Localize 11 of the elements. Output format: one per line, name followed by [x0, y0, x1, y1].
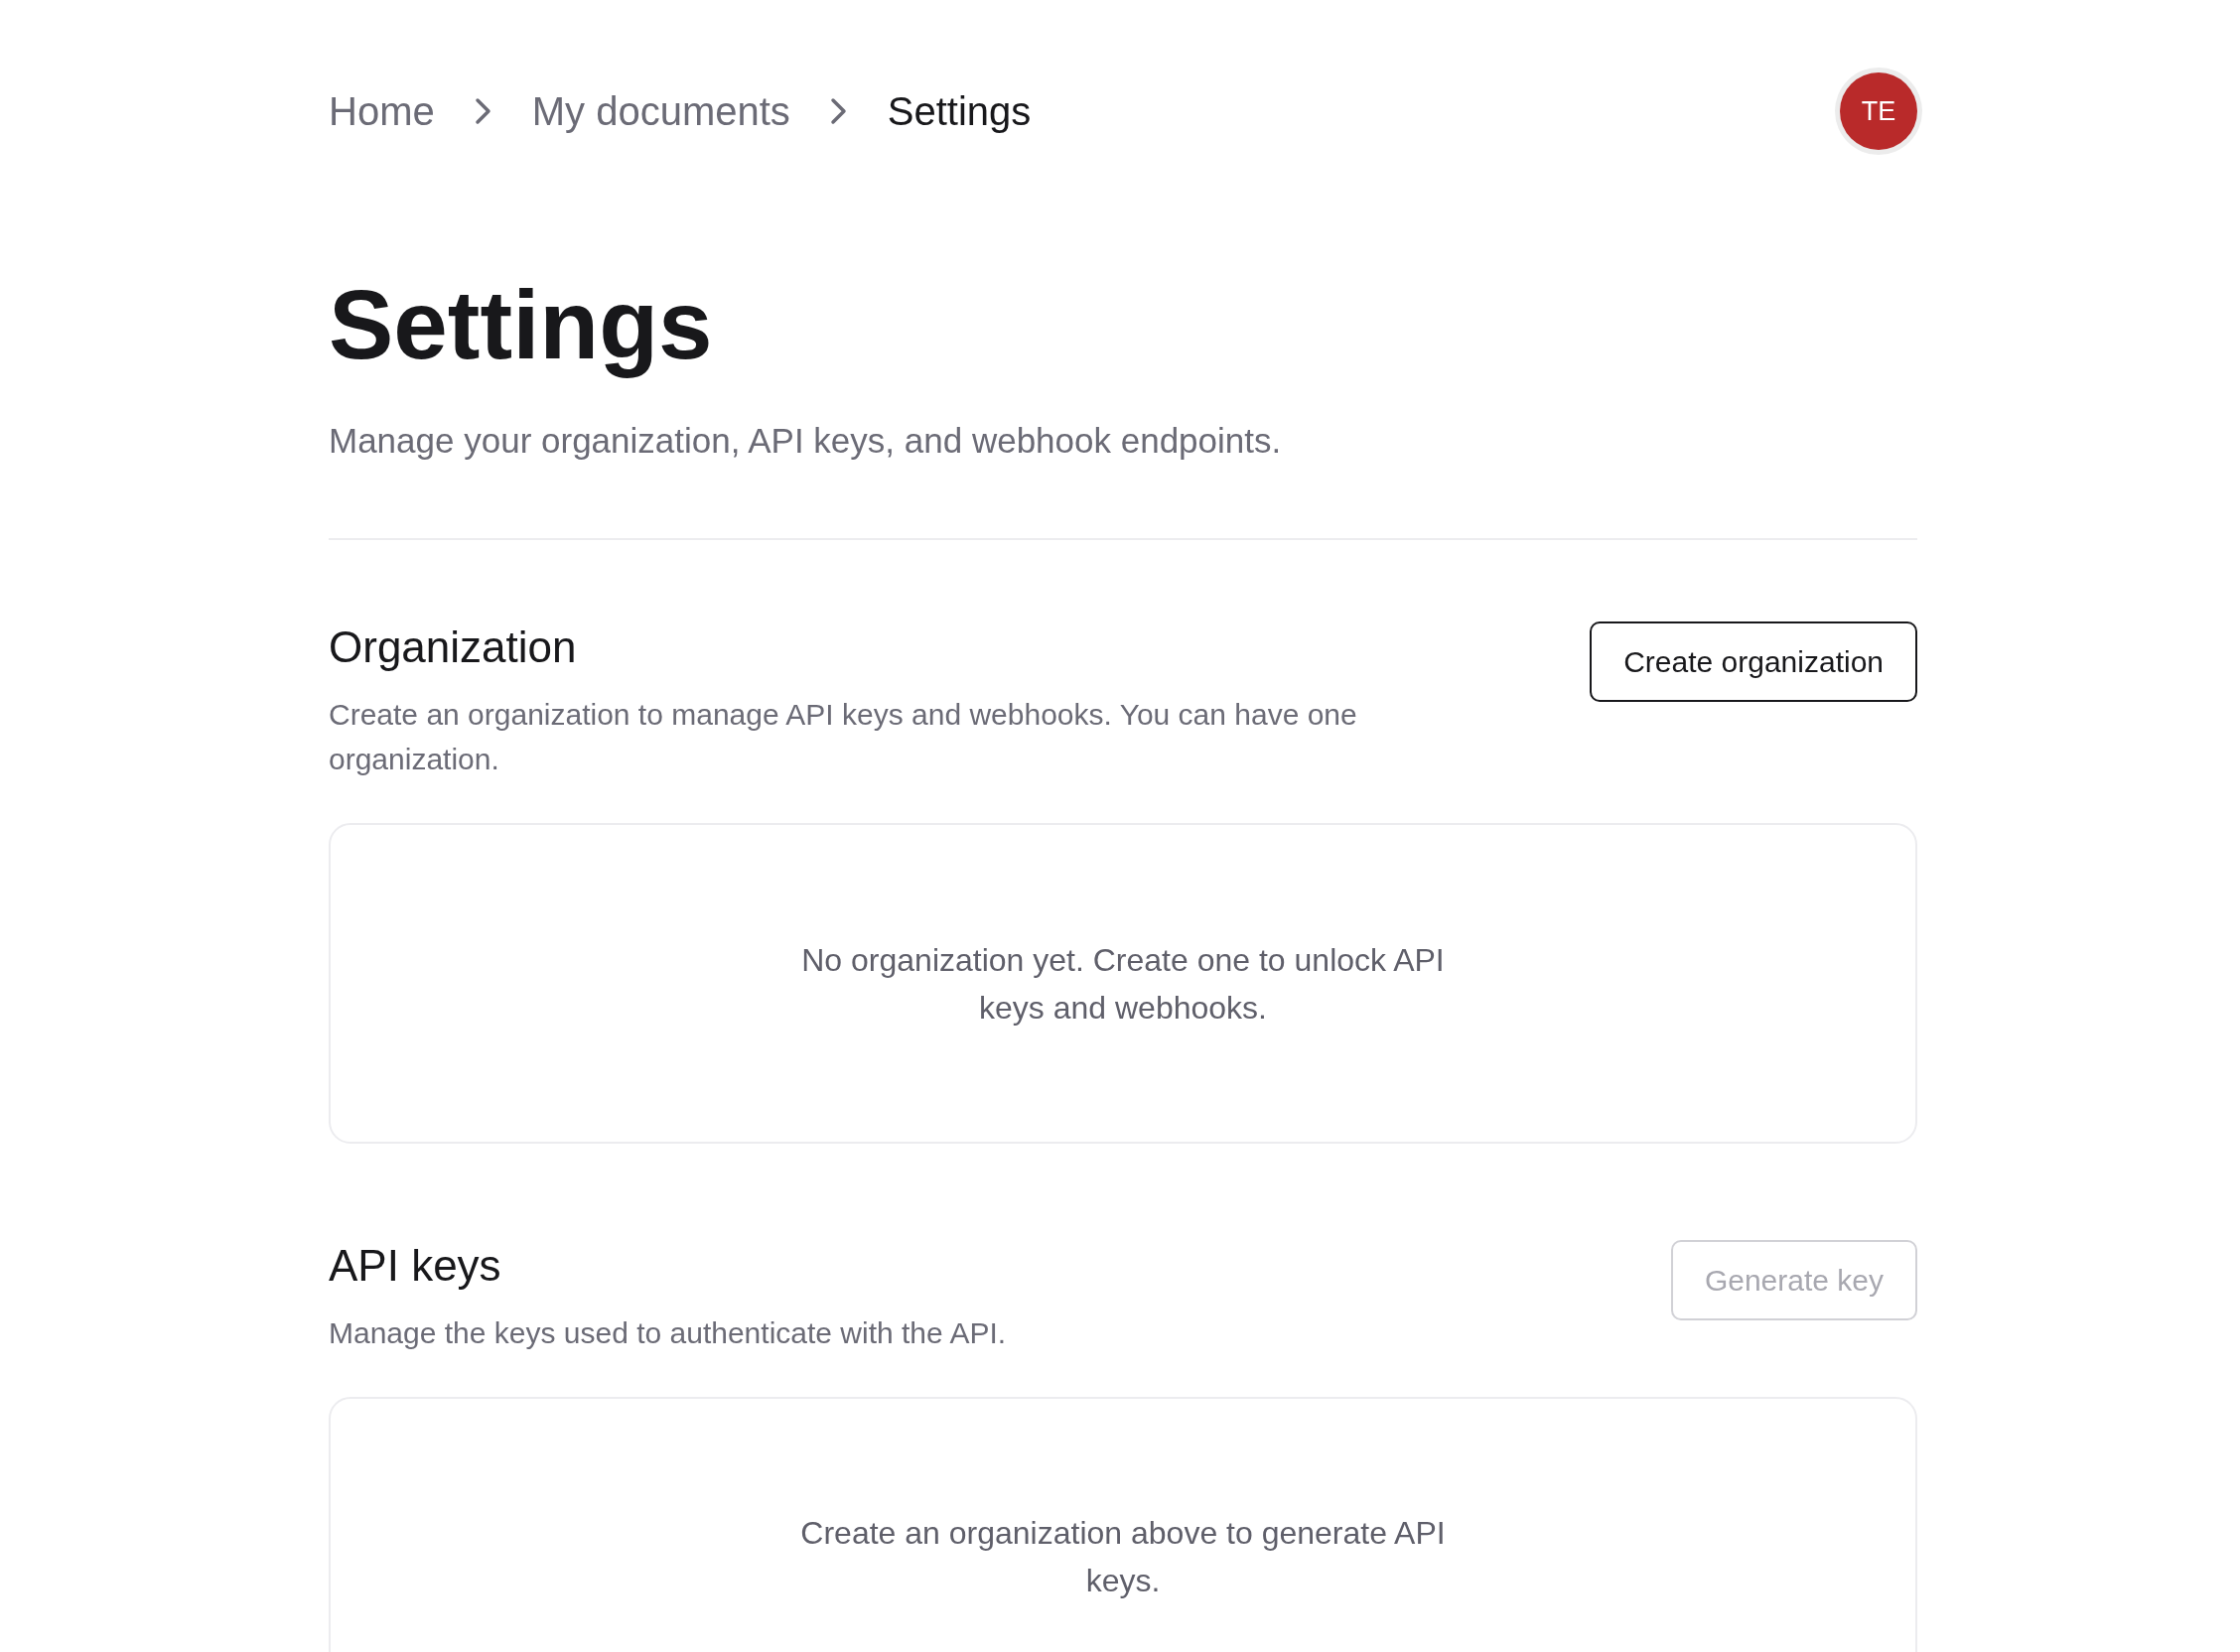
section-button[interactable]: Create organization [1590, 621, 1917, 703]
section-heading: API keys [329, 1240, 502, 1293]
empty-state-message: Create an organization above to generate API keys. [799, 1514, 1447, 1601]
section-description: Manage the keys used to authenticate with the API. [329, 1314, 1007, 1351]
section-description: Create an organization to manage API keys and webhooks. You can have one organization. [329, 697, 1358, 778]
page-subtitle: Manage your organization, API keys, and webhook endpoints. [329, 419, 1283, 462]
breadcrumb-link[interactable]: Home [329, 81, 435, 141]
breadcrumb-link[interactable]: My documents [531, 81, 790, 141]
section-heading: Organization [329, 621, 578, 674]
page-title: Settings [329, 272, 714, 379]
empty-state-message: No organization yet. Create one to unlock API keys and webhooks. [800, 940, 1446, 1028]
